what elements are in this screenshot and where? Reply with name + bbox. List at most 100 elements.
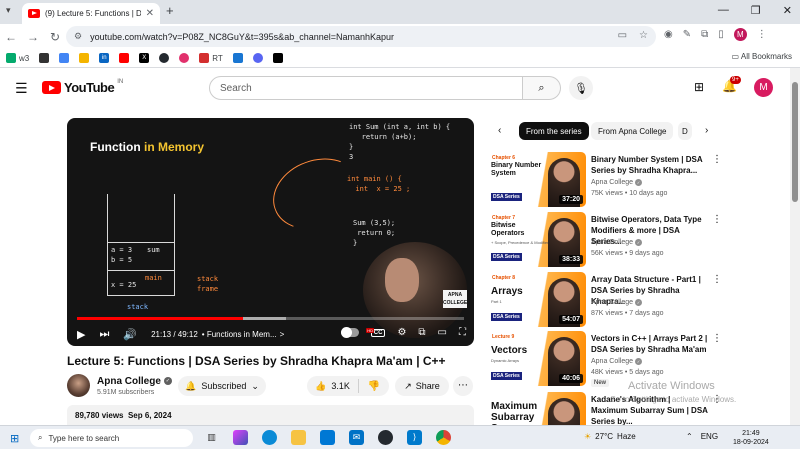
video-thumbnail[interactable]: Chapter 6 Binary Number System DSA Serie… — [488, 152, 586, 207]
edge-icon[interactable] — [262, 430, 277, 445]
chip-more[interactable]: D — [678, 122, 692, 140]
bookmark-item[interactable] — [79, 53, 90, 63]
vscode-icon[interactable]: ⟩ — [407, 430, 422, 445]
progress-bar[interactable] — [77, 317, 464, 320]
bookmark-item[interactable]: X — [139, 53, 150, 63]
close-window-icon[interactable]: ✕ — [783, 4, 792, 17]
puzzle-icon[interactable]: ⧉ — [701, 29, 708, 40]
video-thumbnail[interactable]: Maximum Subarray Sum — [488, 392, 586, 425]
scrollbar-thumb[interactable] — [792, 82, 798, 202]
bookmark-item[interactable] — [39, 53, 50, 63]
video-thumbnail[interactable]: Chapter 7 Bitwise Operators + Scope, Pre… — [488, 212, 586, 267]
forward-arrow-icon[interactable]: → — [22, 30, 44, 44]
back-arrow-icon[interactable]: ← — [0, 30, 22, 44]
file-explorer-icon[interactable] — [291, 430, 306, 445]
minimize-icon[interactable]: — — [718, 4, 729, 17]
rec-channel[interactable]: Apna College ✓ — [591, 239, 643, 246]
bookmark-item[interactable] — [232, 53, 243, 63]
bookmark-item[interactable] — [272, 53, 283, 63]
miniplayer-icon[interactable]: ⧉ — [418, 327, 425, 338]
address-bar[interactable]: ⚙ youtube.com/watch?v=P08Z_NC8GuY&t=395s… — [66, 26, 656, 47]
rec-menu-icon[interactable]: ⋮ — [712, 214, 722, 225]
restore-icon[interactable]: ❐ — [751, 4, 761, 17]
recommended-video[interactable]: Chapter 6 Binary Number System DSA Serie… — [488, 152, 723, 208]
rec-title[interactable]: Vectors in C++ | Arrays Part 2 | DSA Ser… — [591, 333, 709, 355]
chrome-menu-icon[interactable]: ⋮ — [757, 29, 767, 40]
chapter-chevron-icon[interactable]: > — [280, 330, 285, 339]
browser-tab-active[interactable]: (9) Lecture 5: Functions | DSA Se ✕ — [22, 3, 160, 24]
chip-from-the-series[interactable]: From the series — [519, 122, 589, 140]
chips-prev-icon[interactable]: ‹ — [498, 125, 501, 136]
reload-icon[interactable]: ↻ — [44, 30, 66, 44]
share-button[interactable]: ↗ Share — [395, 376, 449, 396]
tab-search-icon[interactable]: ▾ — [6, 5, 11, 16]
copilot-icon[interactable] — [233, 430, 248, 445]
description-box[interactable]: 89,780 views Sep 6, 2024 — [67, 405, 474, 427]
page-scrollbar[interactable] — [790, 68, 800, 425]
settings-gear-icon[interactable]: ⚙ — [397, 327, 406, 338]
site-info-icon[interactable]: ⚙ — [74, 31, 82, 42]
weather-widget[interactable]: ☀ 27°C Haze — [584, 432, 636, 441]
cast-icon[interactable]: ▭ — [618, 30, 627, 41]
channel-watermark[interactable]: APNA COLLEGE — [443, 290, 467, 308]
recommended-video[interactable]: Lecture 9 Vectors Dynamic Arrays DSA Ser… — [488, 331, 723, 387]
theater-mode-icon[interactable]: ▭ — [438, 327, 447, 338]
video-thumbnail[interactable]: Chapter 8 Arrays Part 1 DSA Series 54:07 — [488, 272, 586, 327]
rec-menu-icon[interactable]: ⋮ — [712, 333, 722, 344]
search-button[interactable]: ⌕ — [523, 76, 561, 100]
bookmark-item[interactable] — [179, 53, 190, 63]
subscribed-button[interactable]: 🔔 Subscribed ⌄ — [178, 376, 266, 396]
recommended-video[interactable]: Chapter 8 Arrays Part 1 DSA Series 54:07… — [488, 272, 723, 328]
rec-channel[interactable]: Apna College ✓ — [591, 358, 643, 365]
chrome-icon[interactable] — [436, 430, 451, 445]
bookmark-item[interactable]: RT — [199, 53, 223, 63]
bookmark-item[interactable]: in — [99, 53, 110, 63]
extension-icon[interactable]: ◉ — [664, 29, 673, 40]
dislike-button[interactable]: 👎 — [359, 381, 389, 392]
pen-extension-icon[interactable]: ✎ — [683, 29, 691, 40]
bookmark-star-icon[interactable]: ☆ — [639, 30, 648, 41]
url-text[interactable]: youtube.com/watch?v=P08Z_NC8GuY&t=395s&a… — [90, 32, 394, 42]
chips-next-icon[interactable]: › — [705, 125, 708, 136]
next-video-icon[interactable]: ⏭ — [99, 328, 109, 341]
youtube-logo[interactable]: YouTube IN — [42, 79, 123, 95]
like-button[interactable]: 👍 3.1K — [307, 379, 359, 393]
mail-icon[interactable]: ✉ — [349, 430, 364, 445]
account-avatar[interactable]: M — [754, 78, 773, 97]
bookmark-item[interactable] — [59, 53, 70, 63]
rec-menu-icon[interactable]: ⋮ — [712, 274, 722, 285]
channel-avatar[interactable] — [67, 374, 90, 397]
tray-chevron-icon[interactable]: ⌃ — [686, 432, 693, 441]
channel-name[interactable]: Apna College ✓ — [97, 376, 172, 387]
chapter-title[interactable]: • Functions in Mem... — [202, 330, 277, 339]
task-view-icon[interactable]: ▥ — [204, 430, 219, 445]
chip-from-apna-college[interactable]: From Apna College — [591, 122, 674, 140]
taskbar-search-input[interactable]: ⌕ Type here to search — [30, 429, 193, 447]
microsoft-store-icon[interactable] — [320, 430, 335, 445]
video-thumbnail[interactable]: Lecture 9 Vectors Dynamic Arrays DSA Ser… — [488, 331, 586, 386]
new-tab-button[interactable]: + — [166, 3, 174, 18]
bookmark-item[interactable] — [119, 53, 130, 63]
bookmark-item[interactable] — [252, 53, 263, 63]
recommended-video[interactable]: Chapter 7 Bitwise Operators + Scope, Pre… — [488, 212, 723, 268]
bookmark-item[interactable]: w3 — [6, 53, 29, 63]
voice-search-button[interactable]: 🎙 — [569, 76, 593, 100]
taskbar-clock[interactable]: 21:49 18-09-2024 — [733, 429, 769, 447]
bookmark-item[interactable] — [159, 53, 170, 63]
more-actions-icon[interactable]: ⋯ — [453, 376, 473, 396]
search-input[interactable]: Search — [209, 76, 523, 100]
rec-channel[interactable]: Apna College ✓ — [591, 179, 643, 186]
language-indicator[interactable]: ENG — [701, 432, 718, 441]
create-video-icon[interactable]: ⊞ — [694, 80, 704, 94]
volume-icon[interactable]: 🔊 — [123, 328, 137, 341]
menu-hamburger-icon[interactable]: ☰ — [15, 80, 28, 97]
github-desktop-icon[interactable] — [378, 430, 393, 445]
rec-title[interactable]: Binary Number System | DSA Series by Shr… — [591, 154, 709, 176]
all-bookmarks-button[interactable]: ▭ All Bookmarks — [732, 52, 792, 61]
video-player[interactable]: Function in Memory int Sum (int a, int b… — [67, 118, 474, 346]
rec-menu-icon[interactable]: ⋮ — [712, 154, 722, 165]
windows-start-icon[interactable]: ⊞ — [10, 432, 19, 445]
autoplay-toggle[interactable] — [340, 327, 359, 338]
sidebar-icon[interactable]: ▯ — [718, 29, 724, 40]
chrome-profile-avatar[interactable]: M — [733, 28, 747, 41]
